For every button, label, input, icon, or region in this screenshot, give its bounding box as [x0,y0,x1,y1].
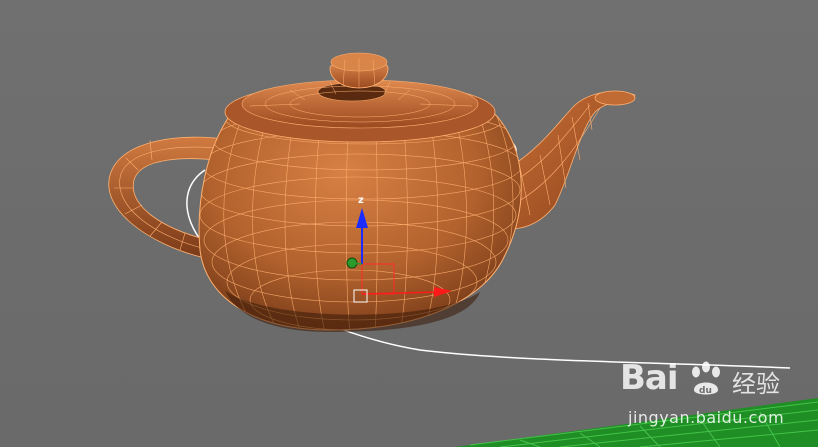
baidu-jingyan-watermark: Bai du 经验 jingyan.baidu.com [620,358,810,438]
paw-logo-icon: du [692,361,720,396]
teapot-spout [504,90,637,229]
watermark-brand: Bai [620,358,679,398]
paw-du-text: du [699,386,712,396]
watermark-bai: Bai [620,358,679,398]
z-axis-label: z [358,195,364,206]
watermark-url: jingyan.baidu.com [628,408,785,427]
watermark-jingyan: 经验 [732,370,780,398]
teapot-lid [224,52,496,143]
3d-viewport[interactable]: z Bai du 经验 jingyan.baidu.com [0,0,818,447]
